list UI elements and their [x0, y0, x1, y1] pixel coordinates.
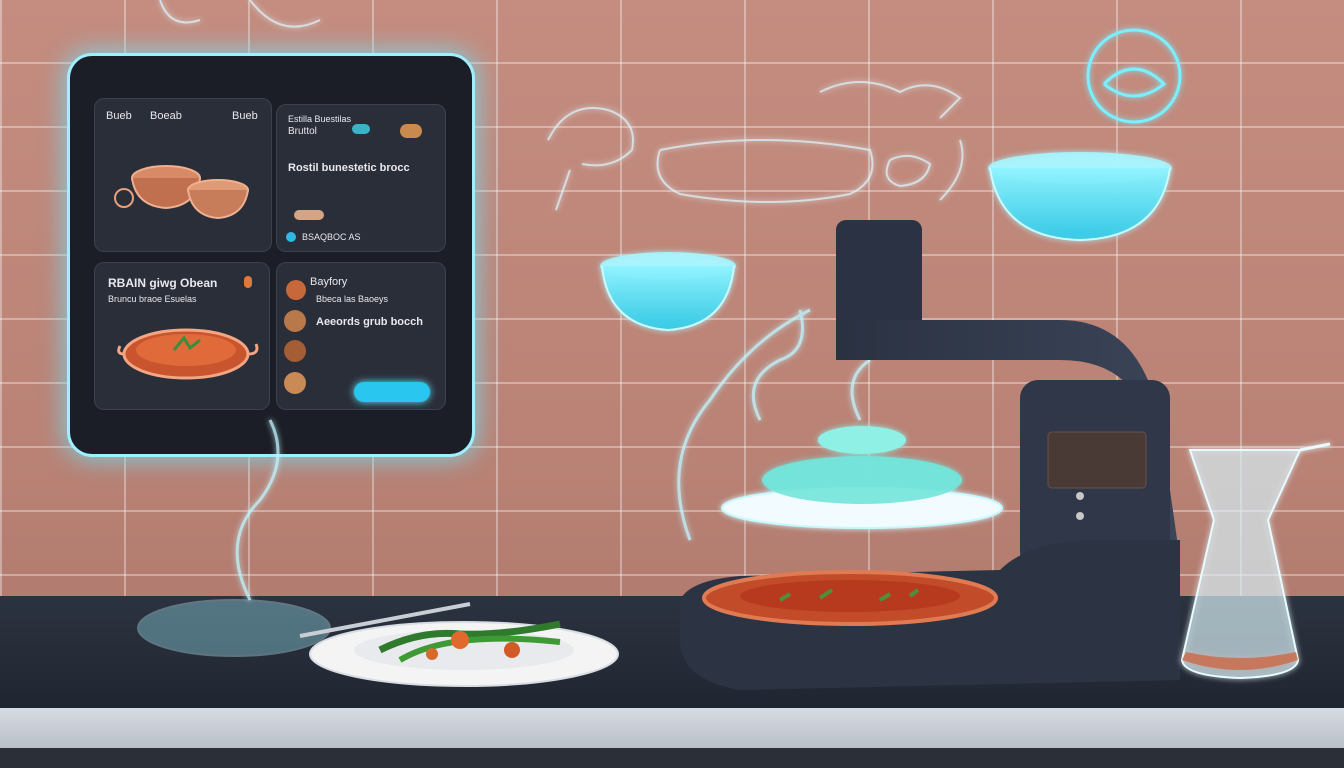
hologram-bowl — [600, 252, 736, 332]
hologram-plates — [721, 426, 1003, 529]
kitchen-scene: Bueb Boeab Bueb Estilla Buestilas Brutto… — [0, 0, 1344, 768]
sauce-dish — [702, 570, 998, 626]
salad-plate — [299, 602, 619, 687]
steam — [235, 308, 871, 601]
hologram-pad — [137, 599, 331, 657]
hologram-bowl — [988, 152, 1172, 242]
water-jug — [1180, 442, 1331, 680]
scene-illustration — [137, 0, 1331, 690]
hologram-dish-icon — [1086, 28, 1182, 124]
hologram-sketch — [159, 0, 964, 211]
